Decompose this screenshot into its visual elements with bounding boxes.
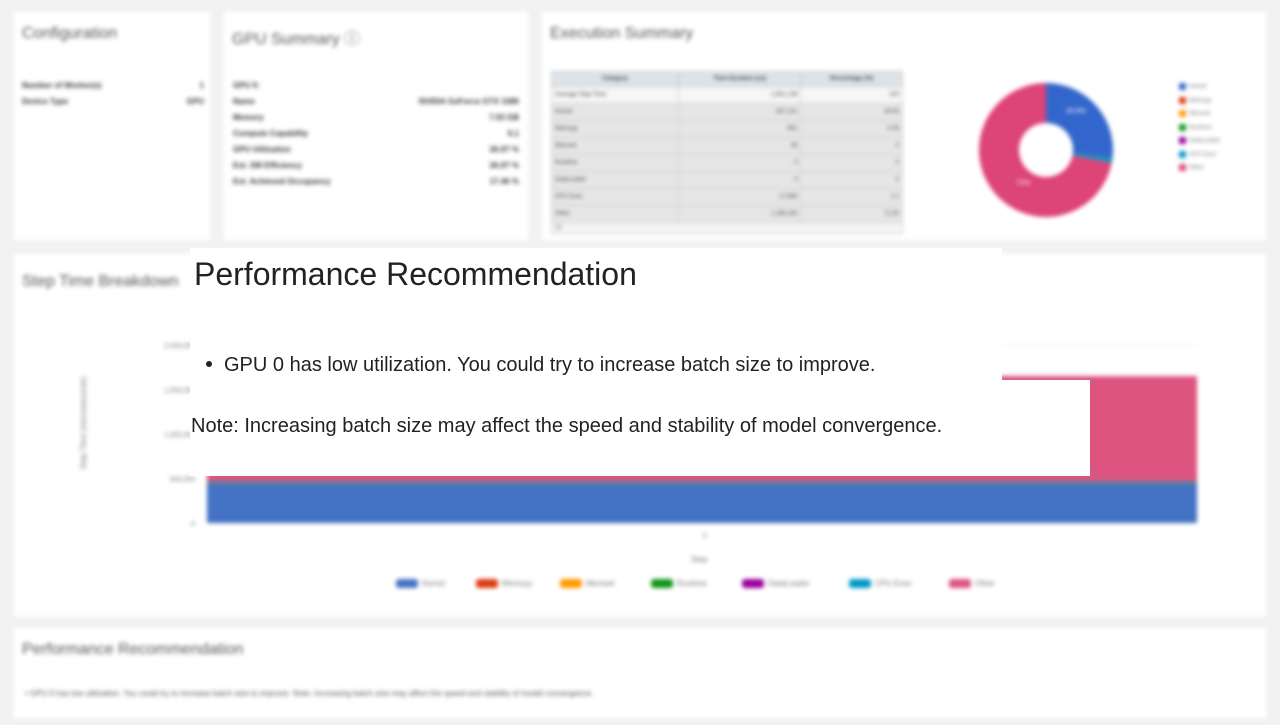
table-row: Average Step Time 1,651,139 100 <box>551 86 903 104</box>
legend-label: CPU Exec <box>1189 151 1217 158</box>
recommendation-card-text: • GPU 0 has low utilization. You could t… <box>25 689 594 698</box>
x-axis-label: Step <box>691 555 708 564</box>
recommendation-card: Performance Recommendation • GPU 0 has l… <box>12 626 1268 720</box>
legend-swatch <box>1179 123 1186 131</box>
gpu-row: Est. Achieved Occupancy 17.46 % <box>233 177 519 186</box>
area-series-cpu-exec[interactable] <box>207 481 1197 484</box>
recommendation-card-title: Performance Recommendation <box>22 641 244 658</box>
chart-legend-item[interactable]: Memcpy <box>476 579 533 589</box>
pagination[interactable]: 1/1 <box>551 222 903 234</box>
donut-legend-item[interactable]: Kernel <box>1179 83 1206 90</box>
legend-swatch <box>1179 110 1186 117</box>
legend-label: CPU Exec <box>875 579 912 588</box>
legend-swatch <box>1179 150 1186 158</box>
overlay-bullet-text: GPU 0 has low utilization. You could try… <box>224 354 876 376</box>
table-row: DataLoader 0 0 <box>551 171 903 189</box>
overlay-bullet: GPU 0 has low utilization. You could try… <box>206 354 875 377</box>
gpu-row: Memory 7.93 GB <box>233 113 519 122</box>
legend-swatch <box>742 579 764 589</box>
donut-legend-item[interactable]: Other <box>1179 164 1204 171</box>
legend-label: Other <box>1189 165 1205 172</box>
chart-legend-item[interactable]: Kernel <box>396 579 446 589</box>
gpu-row: Compute Capability 6.1 <box>233 129 519 138</box>
y-tick-label: 0 <box>191 521 195 528</box>
table-row: Runtime 0 0 <box>551 154 903 172</box>
table-row: Other 1,185,183 71.92 <box>551 205 903 223</box>
donut-legend-item[interactable]: CPU Exec <box>1179 150 1217 158</box>
table-row: Kernel 447,101 26.93 <box>551 103 903 121</box>
chart-legend-item[interactable]: Runtime <box>651 579 707 589</box>
chart-legend-item[interactable]: Other <box>949 579 996 589</box>
table-row: Memset 45 0 <box>551 137 903 155</box>
legend-label: Memset <box>1189 111 1211 118</box>
legend-label: Kernel <box>422 579 446 588</box>
legend-label: Memcpy <box>502 579 533 588</box>
table-row: Memcpy 851 0.05 <box>551 120 903 138</box>
gpu-row: Est. SM Efficiency 26.97 % <box>233 161 519 170</box>
table-header-row: Category Time Duration (us) Percentage (… <box>551 71 903 87</box>
overlay-title: Performance Recommendation <box>194 256 637 292</box>
overlay-note: Note: Increasing batch size may affect t… <box>191 415 943 437</box>
legend-swatch <box>1179 83 1186 90</box>
configuration-title: Configuration <box>22 25 118 42</box>
donut-slice-label: 72% <box>1016 180 1030 187</box>
legend-label: DataLoader <box>768 579 810 588</box>
execution-donut-chart: 26.9% 72% <box>979 83 1113 217</box>
chart-legend-item[interactable]: Memset <box>560 579 615 589</box>
legend-swatch <box>1179 96 1186 104</box>
config-row: Number of Worker(s) 1 <box>22 81 204 90</box>
gpu-row: Name NVIDIA GeForce GTX 1080 <box>233 97 519 106</box>
execution-summary-title: Execution Summary <box>550 25 694 42</box>
donut-legend-item[interactable]: Memcpy <box>1179 96 1212 104</box>
gpu-row: GPU 0: <box>233 81 260 90</box>
table-pagination-row: 1/1 <box>551 222 903 234</box>
legend-label: Runtime <box>1189 124 1212 131</box>
legend-swatch <box>560 579 582 589</box>
column-header[interactable]: Time Duration (us) <box>677 71 802 87</box>
gpu-summary-card: GPU Summary ⓘ GPU 0: Name NVIDIA GeForce … <box>222 10 530 242</box>
legend-swatch <box>949 579 971 589</box>
donut-legend-item[interactable]: Runtime <box>1179 123 1212 131</box>
gpu-row: GPU Utilization 26.97 % <box>233 145 519 154</box>
legend-swatch <box>651 579 673 589</box>
area-series-memset[interactable] <box>207 483 1197 484</box>
area-series-kernel[interactable] <box>207 483 1197 523</box>
donut-slice-label: 26.9% <box>1066 108 1086 115</box>
gpu-summary-title: GPU Summary ⓘ <box>232 31 361 48</box>
column-header[interactable]: Percentage (%) <box>800 71 903 87</box>
chart-legend-item[interactable]: CPU Exec <box>849 579 912 589</box>
donut-legend-item[interactable]: Memset <box>1179 110 1210 117</box>
legend-swatch <box>849 579 871 589</box>
config-row: Device Type GPU <box>22 97 204 106</box>
donut-legend-item[interactable]: DataLoader <box>1179 137 1220 144</box>
donut-slice-kernel[interactable] <box>1046 83 1113 159</box>
legend-swatch <box>396 579 418 589</box>
legend-label: Memcpy <box>1189 97 1212 104</box>
x-tick-label: 0 <box>703 533 707 540</box>
legend-swatch <box>476 579 498 589</box>
legend-label: Memset <box>586 579 615 588</box>
y-tick-label: 500,000 <box>170 477 195 484</box>
execution-summary-card: Execution Summary Category Time Duration… <box>540 10 1268 242</box>
legend-swatch <box>1179 137 1186 144</box>
legend-label: Runtime <box>677 579 707 588</box>
column-header[interactable]: Category <box>551 71 679 87</box>
bullet-dot <box>206 360 212 367</box>
legend-label: DataLoader <box>1189 138 1221 145</box>
chart-legend-item[interactable]: DataLoader <box>742 579 810 589</box>
legend-label: Kernel <box>1189 84 1207 91</box>
legend-swatch <box>1179 164 1186 171</box>
table-row: CPU Exec 17,960 1.1 <box>551 188 903 206</box>
legend-label: Other <box>975 579 996 588</box>
configuration-card: Configuration Number of Worker(s) 1 Devi… <box>12 10 212 242</box>
execution-table: Category Time Duration (us) Percentage (… <box>551 71 903 234</box>
